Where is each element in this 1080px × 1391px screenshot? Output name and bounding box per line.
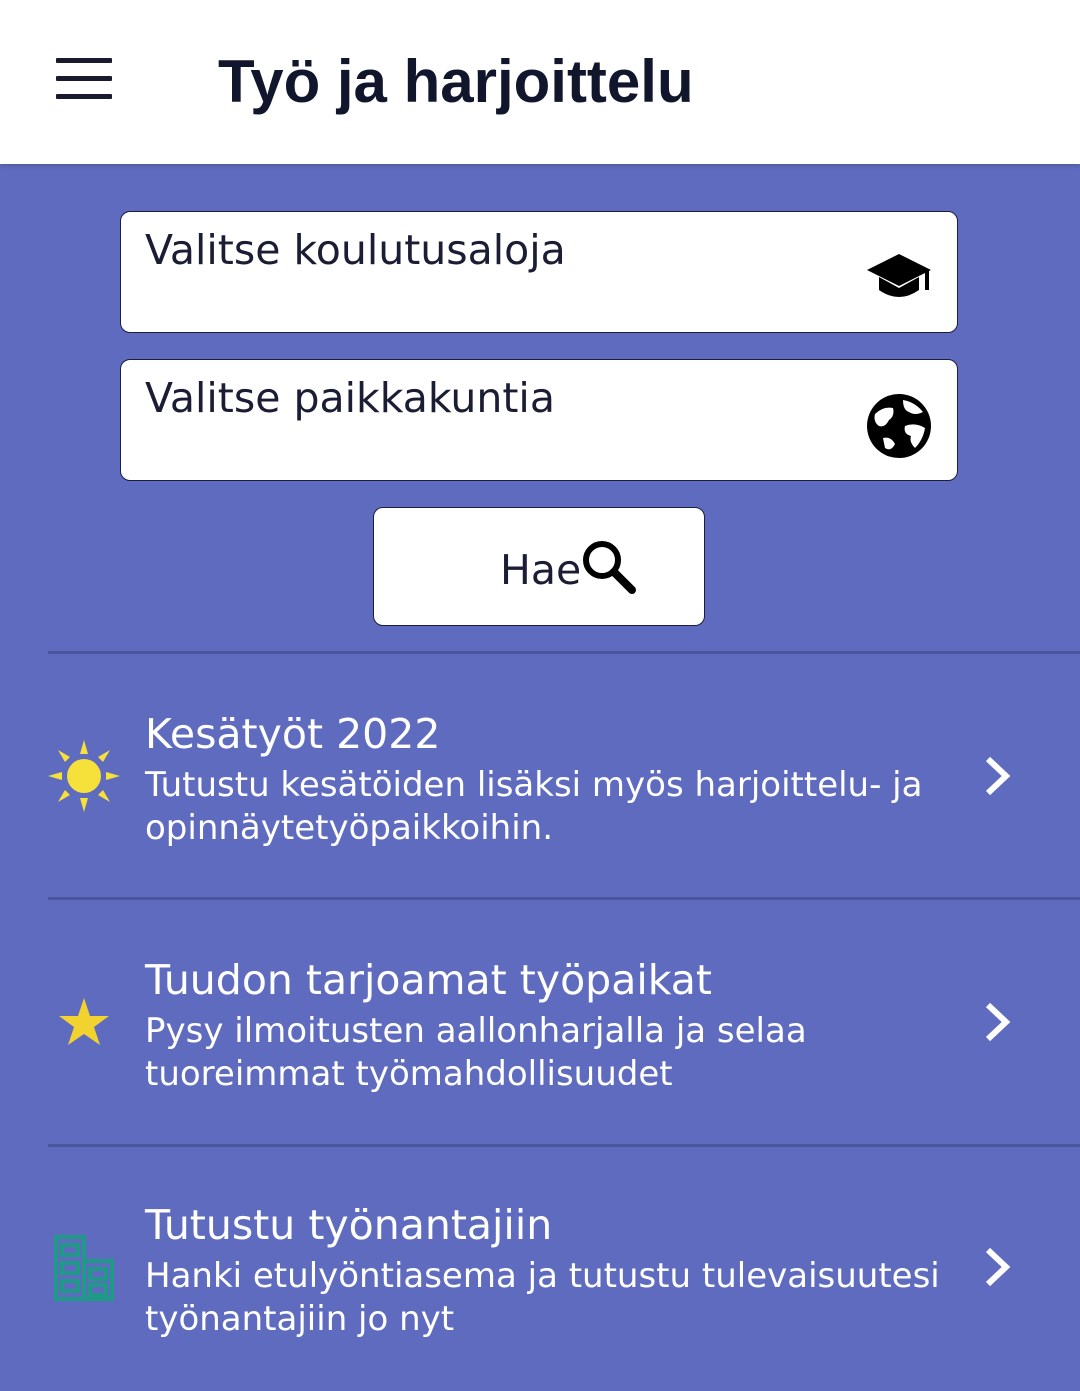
graduation-cap-icon (867, 254, 931, 297)
field-of-study-picker[interactable]: Valitse koulutusaloja (120, 211, 958, 333)
sun-icon (48, 740, 120, 812)
hamburger-menu-icon[interactable] (56, 58, 112, 100)
star-icon (59, 998, 109, 1045)
list-item-summer-jobs[interactable]: Kesätyöt 2022 Tutustu kesätöiden lisäksi… (0, 654, 1080, 898)
page-title: Työ ja harjoittelu (218, 48, 694, 115)
list-item-employers[interactable]: Tutustu työnantajiin Hanki etulyöntiasem… (0, 1147, 1080, 1391)
list-item-title: Tuudon tarjoamat työpaikat (145, 956, 712, 1004)
buildings-icon (54, 1235, 114, 1301)
location-picker[interactable]: Valitse paikkakuntia (120, 359, 958, 481)
list-item-description: Hanki etulyöntiasema ja tutustu tulevais… (145, 1256, 940, 1339)
field-of-study-label: Valitse koulutusaloja (145, 226, 566, 274)
list-item-description: Tutustu kesätöiden lisäksi myös harjoitt… (145, 765, 923, 848)
list-item-title: Kesätyöt 2022 (145, 710, 441, 758)
app-bar: Työ ja harjoittelu (0, 0, 1080, 164)
search-icon (583, 541, 636, 594)
search-button-label: Hae (500, 546, 582, 594)
chevron-right-icon (985, 1247, 1011, 1287)
search-button[interactable]: Hae (373, 507, 705, 626)
location-label: Valitse paikkakuntia (145, 374, 555, 422)
chevron-right-icon (985, 1002, 1011, 1042)
list-item-description: Pysy ilmoitusten aallonharjalla ja selaa… (145, 1011, 807, 1094)
globe-icon (867, 394, 931, 458)
list-item-title: Tutustu työnantajiin (145, 1201, 553, 1249)
list-item-tuudo-jobs[interactable]: Tuudon tarjoamat työpaikat Pysy ilmoitus… (0, 900, 1080, 1144)
chevron-right-icon (985, 756, 1011, 796)
